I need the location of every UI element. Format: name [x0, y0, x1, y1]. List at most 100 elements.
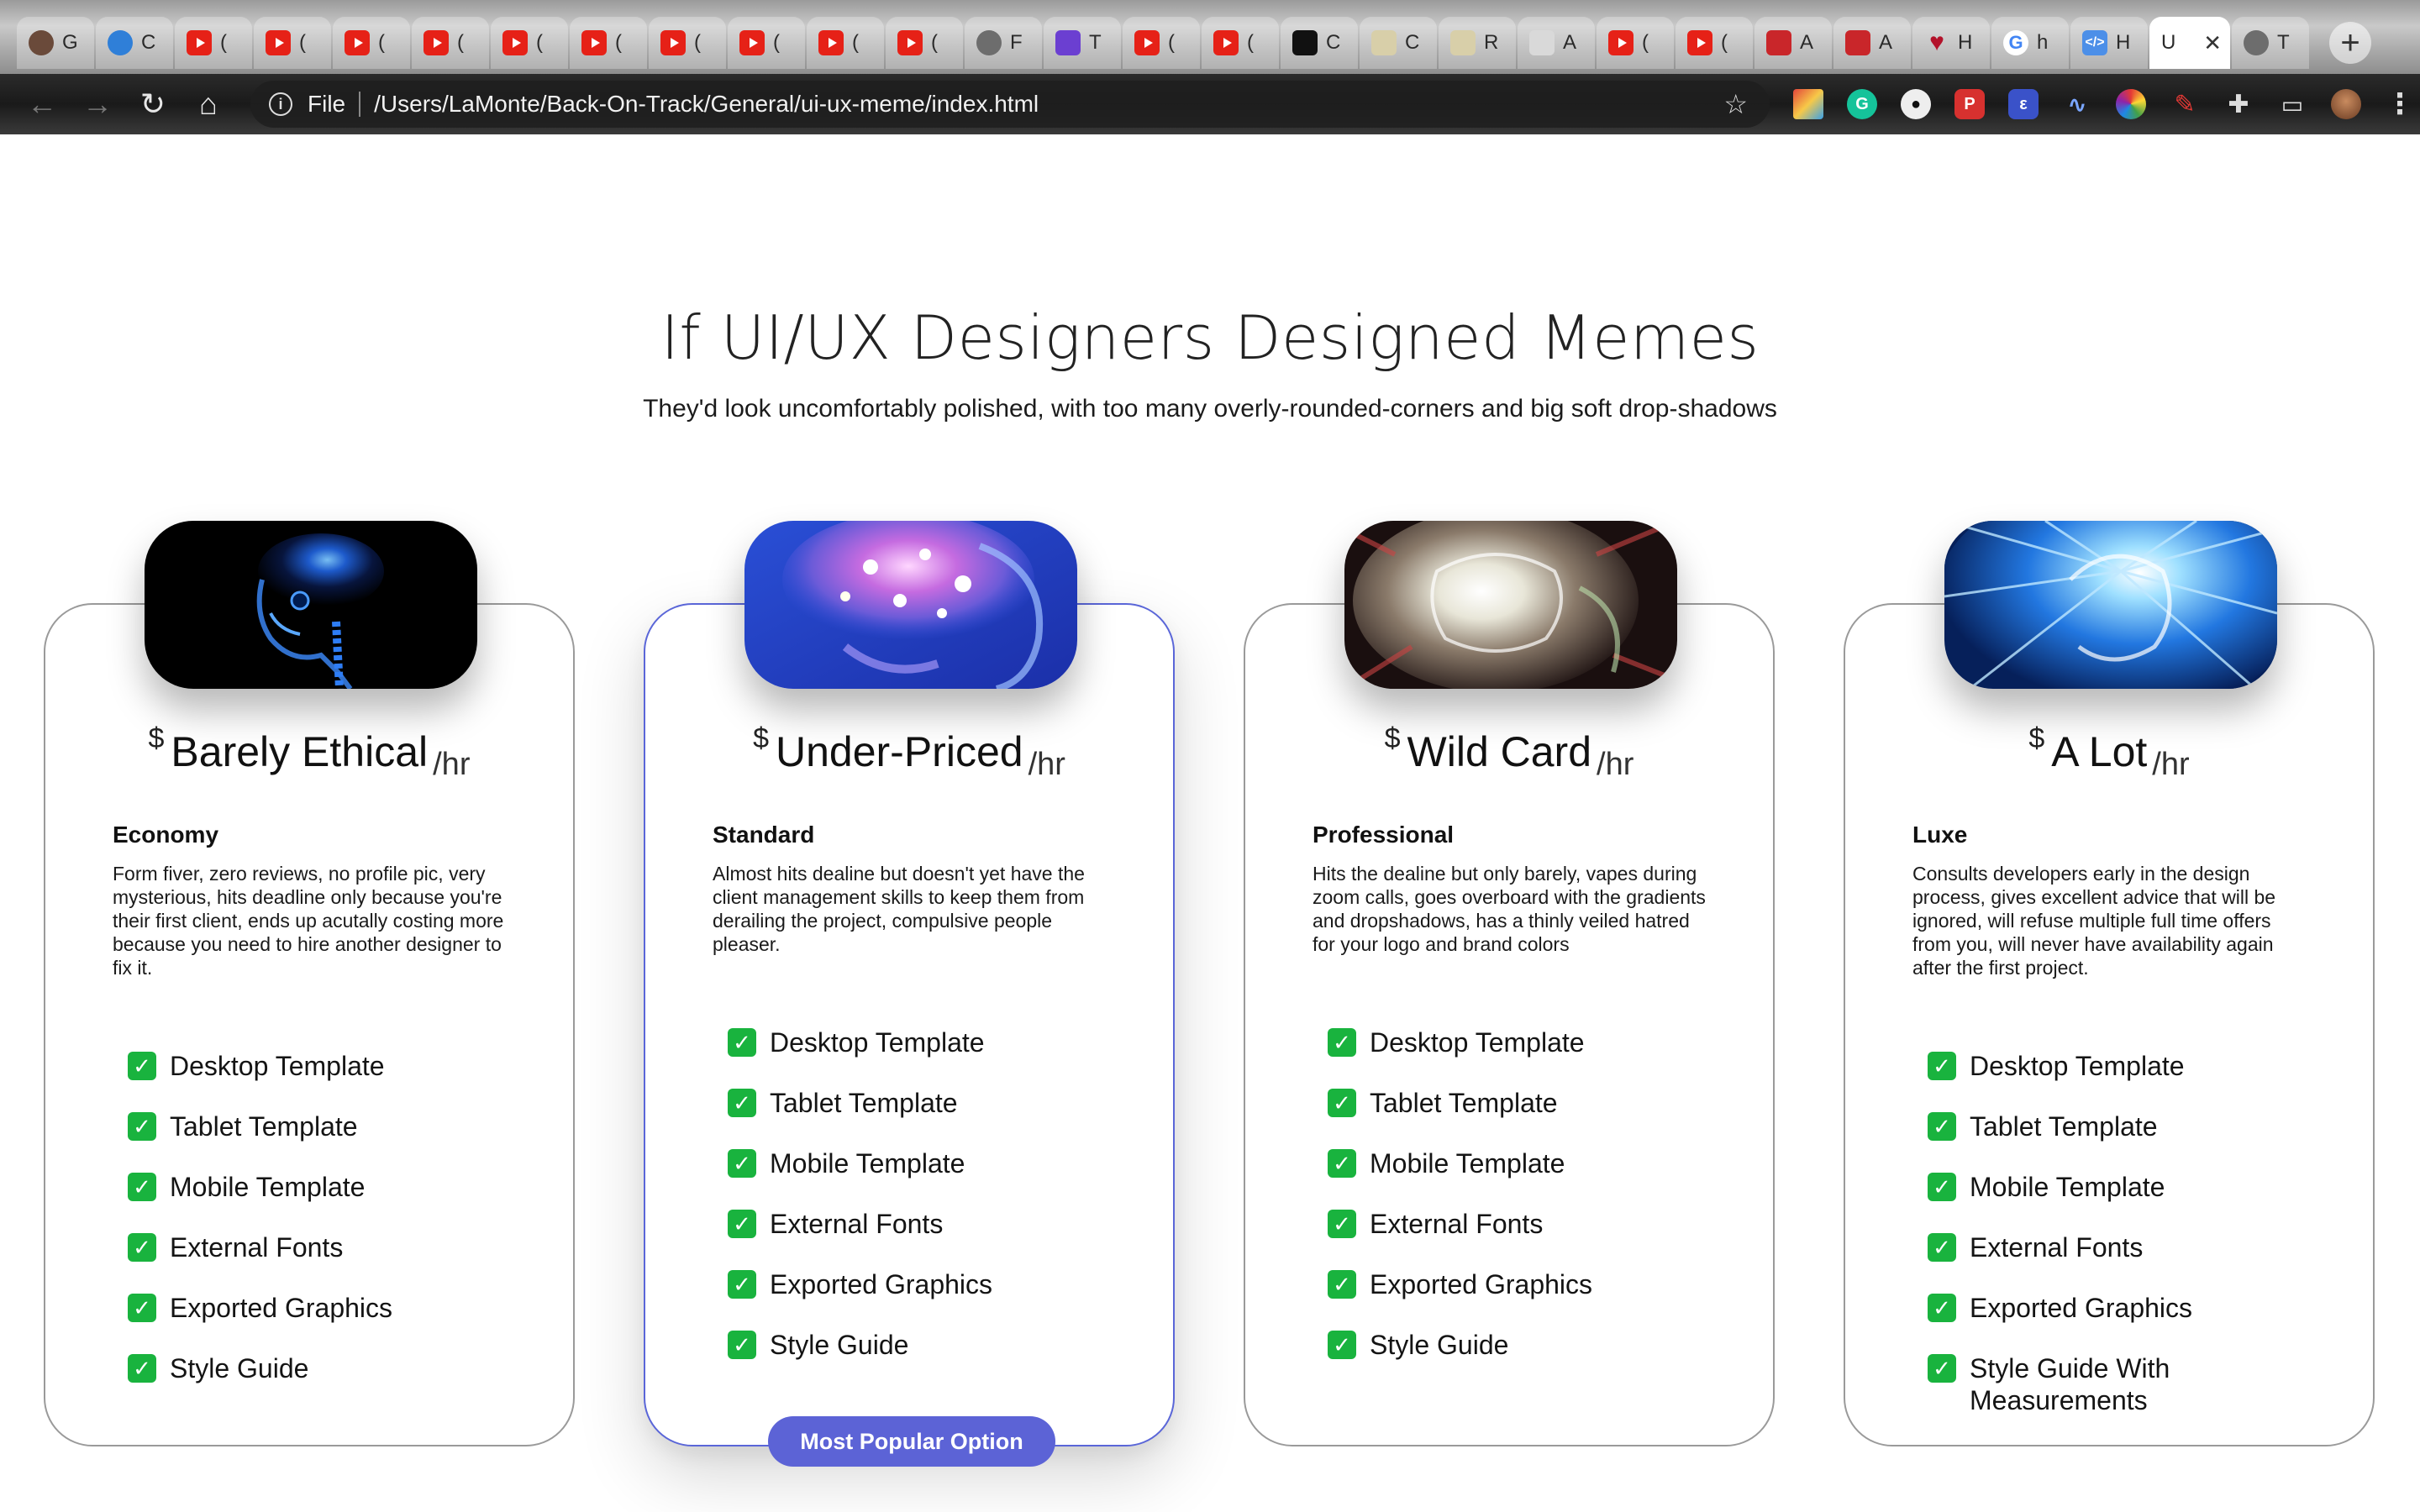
browser-tab[interactable]: A — [1833, 17, 1911, 69]
browser-tab[interactable]: ( — [886, 17, 963, 69]
browser-tab[interactable]: ( — [1202, 17, 1279, 69]
home-button[interactable]: ⌂ — [183, 79, 234, 129]
youtube-icon — [1134, 30, 1160, 55]
youtube-icon — [739, 30, 765, 55]
plan-name: Barely Ethical — [171, 728, 429, 775]
tab-title: ( — [378, 31, 385, 54]
info-icon[interactable]: i — [269, 92, 292, 116]
reload-button[interactable]: ↻ — [128, 79, 178, 129]
browser-tab[interactable]: T — [2232, 17, 2309, 69]
browser-tab[interactable]: C — [1360, 17, 1437, 69]
bookmark-star-icon[interactable]: ☆ — [1723, 88, 1748, 120]
checkmark-icon: ✓ — [128, 1294, 156, 1322]
youtube-icon — [897, 30, 923, 55]
youtube-icon — [660, 30, 686, 55]
browser-tab[interactable]: ( — [807, 17, 884, 69]
tab-title: A — [1800, 31, 1814, 54]
browser-tab[interactable]: A — [1754, 17, 1832, 69]
checkmark-icon: ✓ — [1928, 1173, 1956, 1201]
feature-label: Exported Graphics — [170, 1293, 393, 1323]
new-tab-button[interactable]: + — [2329, 22, 2371, 64]
plan-tier: Economy — [113, 822, 219, 848]
brain-skeleton-image — [145, 521, 477, 689]
feature-label: Tablet Template — [1370, 1088, 1558, 1118]
browser-tab[interactable]: C — [96, 17, 173, 69]
browser-tab[interactable]: A — [1518, 17, 1595, 69]
epsilon-extension-icon[interactable]: ε — [2008, 89, 2039, 119]
browser-tab[interactable]: ( — [728, 17, 805, 69]
checkmark-icon: ✓ — [1328, 1331, 1356, 1359]
browser-tab[interactable]: ( — [333, 17, 410, 69]
browser-tab[interactable]: ( — [1676, 17, 1753, 69]
browser-tab[interactable]: ( — [254, 17, 331, 69]
tab-title: ( — [1642, 31, 1649, 54]
pen-extension-icon[interactable]: ✎ — [2170, 89, 2200, 119]
checkmark-icon: ✓ — [1328, 1270, 1356, 1299]
back-button[interactable]: ← — [17, 79, 67, 129]
browser-tab[interactable]: ( — [1123, 17, 1200, 69]
youtube-icon — [1687, 30, 1712, 55]
browser-tab[interactable]: ( — [175, 17, 252, 69]
feature-item: ✓ Tablet Template — [128, 1110, 392, 1171]
browser-tab[interactable]: Gh — [1991, 17, 2069, 69]
tab-title: ( — [773, 31, 780, 54]
browser-tab[interactable]: G — [17, 17, 94, 69]
url-text[interactable]: /Users/LaMonte/Back-On-Track/General/ui-… — [374, 91, 1039, 118]
cast-icon[interactable]: ▭ — [2277, 89, 2307, 119]
url-scheme: File — [308, 91, 346, 117]
browser-tab[interactable]: R — [1439, 17, 1516, 69]
address-bar[interactable]: i File /Users/LaMonte/Back-On-Track/Gene… — [250, 81, 1770, 128]
color-wheel-extension-icon[interactable] — [2116, 89, 2146, 119]
rainbow-extension-icon[interactable] — [1793, 89, 1823, 119]
feature-label: Desktop Template — [170, 1051, 385, 1081]
feature-label: Exported Graphics — [1370, 1269, 1593, 1299]
browser-menu-icon[interactable]: ⋮ — [2385, 88, 2415, 120]
browser-tab[interactable]: ♥ H — [1912, 17, 1990, 69]
browser-tab[interactable]: F — [965, 17, 1042, 69]
browser-tab[interactable]: ( — [1597, 17, 1674, 69]
feature-item: ✓ Desktop Template — [1928, 1050, 2272, 1110]
checkmark-icon: ✓ — [1328, 1149, 1356, 1178]
plan-description: Hits the dealine but only barely, vapes … — [1313, 863, 1706, 955]
forward-button[interactable]: → — [72, 79, 123, 129]
feature-item: ✓ External Fonts — [1328, 1208, 1592, 1268]
browser-tab-active[interactable]: U ✕ — [2149, 17, 2230, 69]
drop-icon — [108, 30, 133, 55]
tab-title: ( — [1721, 31, 1728, 54]
pricing-card-luxe: $ A Lot/hr Luxe Consults developers early… — [1844, 521, 2375, 1446]
browser-tab[interactable]: C — [1281, 17, 1358, 69]
browser-toolbar: ← → ↻ ⌂ i File /Users/LaMonte/Back-On-Tr… — [0, 74, 2420, 134]
plan-tier: Luxe — [1912, 822, 1968, 848]
profile-avatar[interactable] — [2331, 89, 2361, 119]
feature-item: ✓ Exported Graphics — [1328, 1268, 1592, 1329]
youtube-icon — [818, 30, 844, 55]
stack-icon — [1450, 30, 1476, 55]
tab-title: G — [62, 31, 78, 54]
feature-item: ✓ Desktop Template — [128, 1050, 392, 1110]
pinterest-extension-icon[interactable]: P — [1954, 89, 1985, 119]
feature-label: Exported Graphics — [770, 1269, 993, 1299]
puzzle-extension-icon[interactable]: ✚ — [2223, 89, 2254, 119]
rate-unit: /hr — [433, 747, 471, 782]
rate-unit: /hr — [1028, 747, 1065, 782]
browser-tab[interactable]: ( — [491, 17, 568, 69]
browser-tab[interactable]: T — [1044, 17, 1121, 69]
most-popular-badge[interactable]: Most Popular Option — [768, 1416, 1055, 1467]
grammarly-extension-icon[interactable]: G — [1847, 89, 1877, 119]
feature-label: Desktop Template — [1970, 1051, 2185, 1081]
checkmark-icon: ✓ — [728, 1149, 756, 1178]
checkmark-icon: ✓ — [128, 1354, 156, 1383]
browser-tab[interactable]: ( — [649, 17, 726, 69]
feature-label: Tablet Template — [1970, 1111, 2158, 1142]
feature-item: ✓ Mobile Template — [128, 1171, 392, 1231]
feature-label: Style Guide — [170, 1353, 309, 1383]
browser-tab[interactable]: </> H — [2070, 17, 2148, 69]
close-icon[interactable]: ✕ — [2203, 30, 2222, 56]
checkmark-icon: ✓ — [1928, 1294, 1956, 1322]
stack-icon — [1371, 30, 1397, 55]
waveform-extension-icon[interactable]: ∿ — [2062, 89, 2092, 119]
browser-tab[interactable]: ( — [412, 17, 489, 69]
feature-item: ✓ Mobile Template — [1928, 1171, 2272, 1231]
panda-extension-icon[interactable]: ● — [1901, 89, 1931, 119]
browser-tab[interactable]: ( — [570, 17, 647, 69]
